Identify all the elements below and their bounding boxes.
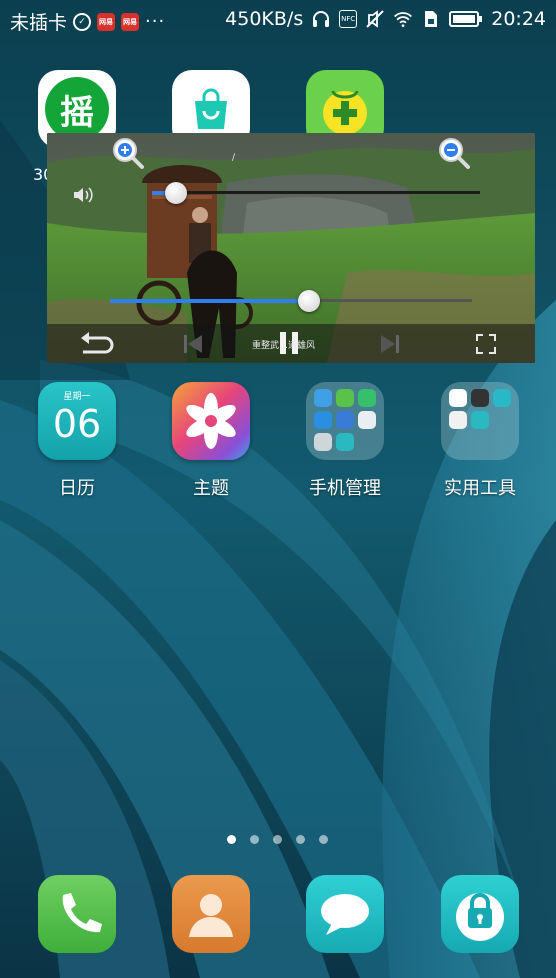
contacts-icon: [189, 894, 233, 937]
mini-app-icon: [449, 389, 467, 407]
progress-slider-fill: [110, 299, 310, 303]
folder-grid: [314, 389, 378, 451]
contacts-app-icon[interactable]: [172, 875, 250, 953]
shake-logo: 摇: [45, 77, 109, 141]
previous-icon[interactable]: [181, 332, 205, 356]
folder-grid: [449, 389, 513, 429]
mini-app-icon: [336, 411, 354, 429]
mini-app-icon: [314, 433, 332, 451]
theme-flower-icon: [186, 393, 236, 449]
volume-slider-track[interactable]: [152, 191, 480, 194]
status-bar: 未插卡 ✓ 网易 网易 ··· 450KB/s NFC 20:24: [0, 0, 556, 40]
sim-card-icon: [421, 9, 441, 29]
shopping-bag-icon: [195, 88, 227, 129]
theme-app-icon[interactable]: [172, 382, 250, 460]
phone-manager-label: 手机管理: [309, 478, 381, 499]
lock-screen-app-icon[interactable]: [441, 875, 519, 953]
page-dot-active[interactable]: [227, 835, 236, 844]
headphones-icon: [311, 9, 331, 29]
vibrate-mute-icon: [365, 9, 385, 29]
back-icon[interactable]: [79, 330, 115, 356]
mini-app-icon: [336, 433, 354, 451]
phone-manager-folder[interactable]: [306, 382, 384, 460]
mini-app-icon: [314, 389, 332, 407]
zoom-in-icon[interactable]: [111, 136, 145, 170]
netease-notification-icon-2: 网易: [121, 12, 140, 31]
page-indicator[interactable]: [227, 835, 328, 844]
netease-notification-icon: 网易: [97, 12, 116, 31]
clock: 20:24: [491, 8, 546, 30]
floating-video-player[interactable]: / 重整武…道雄风: [47, 133, 535, 363]
volume-slider-fill: [152, 191, 166, 195]
mini-app-icon: [493, 389, 511, 407]
theme-app-label: 主题: [193, 478, 229, 499]
page-dot[interactable]: [250, 835, 259, 844]
volume-slider-handle[interactable]: [165, 182, 188, 204]
page-dot[interactable]: [319, 835, 328, 844]
nfc-label: NFC: [341, 15, 356, 23]
more-notifications-icon: ···: [145, 11, 166, 32]
subtitle-text: 重整武…道雄风: [252, 341, 316, 351]
network-speed: 450KB/s: [225, 8, 304, 30]
mini-app-icon: [358, 411, 376, 429]
security-shield-icon: ✓: [73, 12, 92, 31]
message-icon: [321, 894, 369, 935]
nfc-icon: NFC: [339, 10, 358, 28]
page-dot[interactable]: [273, 835, 282, 844]
next-icon[interactable]: [378, 332, 402, 356]
page-dot[interactable]: [296, 835, 305, 844]
mini-app-icon: [336, 389, 354, 407]
messages-app-icon[interactable]: [306, 875, 384, 953]
phone-app-icon[interactable]: [38, 875, 116, 953]
calendar-app-icon[interactable]: 星期一 06: [38, 382, 116, 460]
mini-app-icon: [314, 411, 332, 429]
calendar-weekday: 星期一: [63, 392, 91, 402]
plus-bag-icon: [323, 90, 367, 135]
video-title-fragment: /: [232, 153, 237, 163]
phone-icon: [62, 893, 102, 933]
volume-icon: [74, 187, 93, 203]
carrier-label: 未插卡: [10, 12, 68, 34]
progress-slider-handle[interactable]: [298, 290, 321, 312]
mini-app-icon: [358, 389, 376, 407]
wifi-icon: [393, 9, 413, 29]
utility-tools-label: 实用工具: [444, 478, 516, 499]
zoom-out-icon[interactable]: [437, 136, 471, 170]
lock-icon: [456, 893, 504, 941]
mini-app-icon: [471, 411, 489, 429]
calendar-day: 06: [52, 402, 102, 446]
calendar-app-label: 日历: [59, 478, 95, 499]
battery-icon: [449, 9, 483, 29]
fullscreen-icon[interactable]: [475, 333, 497, 355]
mini-app-icon: [449, 411, 467, 429]
utility-tools-folder[interactable]: [441, 382, 519, 460]
mini-app-icon: [471, 389, 489, 407]
shake-logo-text: 摇: [60, 92, 94, 133]
